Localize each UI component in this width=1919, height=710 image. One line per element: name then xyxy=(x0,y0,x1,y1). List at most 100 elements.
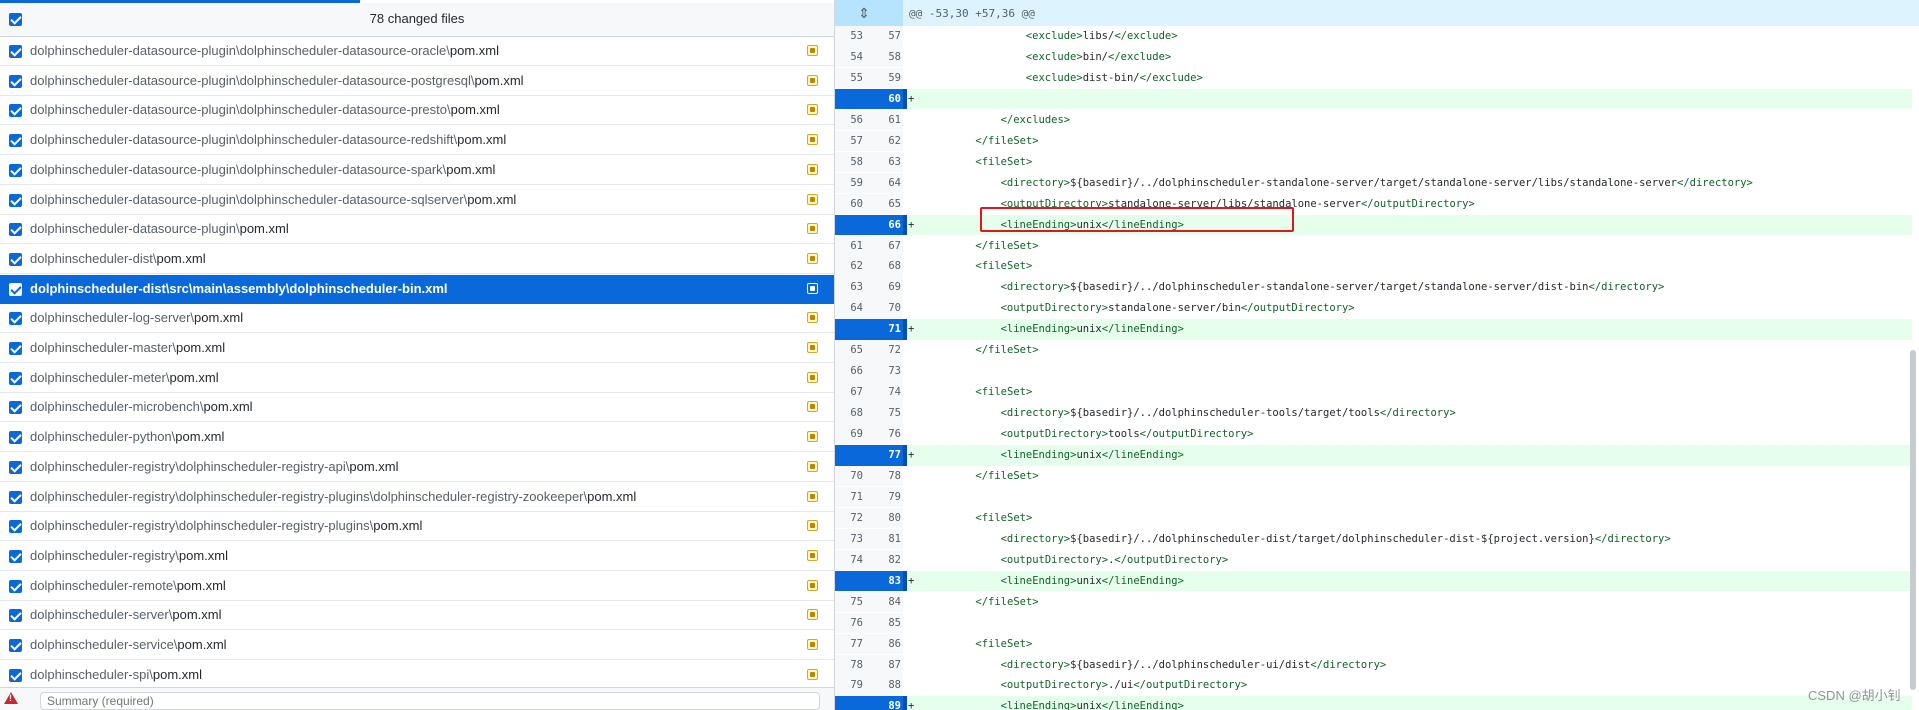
file-checkbox[interactable] xyxy=(9,252,22,266)
file-list-item[interactable]: dolphinscheduler-server\pom.xml xyxy=(0,601,834,631)
file-list-item[interactable]: dolphinscheduler-log-server\pom.xml xyxy=(0,304,834,334)
xml-tag: <fileSet> xyxy=(975,386,1033,399)
file-list-item[interactable]: dolphinscheduler-datasource-plugin\dolph… xyxy=(0,186,834,215)
file-list-item[interactable]: dolphinscheduler-python\pom.xml xyxy=(0,423,834,453)
diff-line-context[interactable]: 53 57 <exclude>libs/</exclude> xyxy=(835,26,1912,47)
file-checkbox[interactable] xyxy=(9,45,22,58)
file-checkbox[interactable] xyxy=(9,431,22,445)
diff-line-context[interactable]: 65 72 </fileSet> xyxy=(835,340,1912,361)
code-text: <exclude>bin/</exclude> xyxy=(1026,51,1171,63)
xml-text: libs/ xyxy=(1082,30,1115,42)
diff-line-added[interactable]: 83 + <lineEnding>unix</lineEnding> xyxy=(835,570,1912,592)
file-checkbox[interactable] xyxy=(9,460,22,474)
diff-line-context[interactable]: 54 58 <exclude>bin/</exclude> xyxy=(835,46,1912,68)
file-checkbox[interactable] xyxy=(9,579,22,593)
xml-tag: </outputDirectory> xyxy=(1360,197,1475,210)
old-line-number: 61 xyxy=(850,239,863,252)
diff-line-context[interactable]: 75 84 </fileSet> xyxy=(835,591,1912,613)
diff-line-added[interactable]: 60 + xyxy=(835,88,1912,110)
file-list-item[interactable]: dolphinscheduler-registry\dolphinschedul… xyxy=(0,453,834,482)
diff-line-context[interactable]: 55 59 <exclude>dist-bin/</exclude> xyxy=(835,67,1912,89)
file-list-item[interactable]: dolphinscheduler-remote\pom.xml xyxy=(0,572,834,601)
diff-line-context[interactable]: 56 61 </excludes> xyxy=(835,109,1912,131)
diff-line-context[interactable]: 63 69 <directory>${basedir}/../dolphinsche… xyxy=(835,277,1912,298)
xml-tag: </lineEnding> xyxy=(1101,449,1184,461)
diff-line-context[interactable]: 57 62 </fileSet> xyxy=(835,130,1912,152)
modified-icon xyxy=(807,609,818,621)
file-dir: dolphinscheduler-python\ xyxy=(30,429,176,445)
file-checkbox[interactable] xyxy=(9,223,22,237)
old-line-number: 68 xyxy=(850,407,863,420)
file-list-item[interactable]: dolphinscheduler-datasource-plugin\pom.x… xyxy=(0,215,834,245)
diff-line-context[interactable]: 79 88 <outputDirectory>./ui</outputDirecto… xyxy=(835,675,1912,696)
diff-line-context[interactable]: 58 63 <fileSet> xyxy=(835,151,1912,173)
file-checkbox[interactable] xyxy=(9,401,22,415)
file-list-item[interactable]: dolphinscheduler-datasource-plugin\dolph… xyxy=(0,126,834,156)
diff-line-context[interactable]: 71 79 xyxy=(835,486,1912,508)
diff-line-context[interactable]: 68 75 <directory>${basedir}/../dolphinsche… xyxy=(835,403,1912,424)
diff-line-added[interactable]: 77 + <lineEnding>unix</lineEnding> xyxy=(835,445,1912,466)
diff-line-context[interactable]: 62 68 <fileSet> xyxy=(835,256,1912,277)
diff-line-context[interactable]: 76 85 xyxy=(835,612,1912,634)
diff-line-context[interactable]: 61 67 </fileSet> xyxy=(835,235,1912,256)
file-checkbox[interactable] xyxy=(9,163,22,177)
xml-tag: </lineEnding> xyxy=(1101,323,1184,336)
file-name: pom.xml xyxy=(152,666,202,682)
file-list-item[interactable]: dolphinscheduler-datasource-plugin\dolph… xyxy=(0,37,834,66)
file-name: pom.xml xyxy=(203,399,253,415)
modified-icon xyxy=(807,163,818,175)
file-checkbox[interactable] xyxy=(9,74,22,88)
file-checkbox[interactable] xyxy=(9,520,22,534)
file-checkbox[interactable] xyxy=(9,193,22,207)
file-checkbox[interactable] xyxy=(9,282,22,296)
file-checkbox[interactable] xyxy=(9,490,22,504)
file-checkbox[interactable] xyxy=(9,668,22,682)
new-line-number: 60 xyxy=(888,92,901,105)
diff-line-context[interactable]: 77 86 <fileSet> xyxy=(835,633,1912,655)
file-checkbox[interactable] xyxy=(9,104,22,118)
changed-files-header: 78 changed files xyxy=(0,3,834,37)
xml-tag: </exclude> xyxy=(1114,30,1178,42)
diff-line-context[interactable]: 72 80 <fileSet> xyxy=(835,507,1912,529)
file-checkbox[interactable] xyxy=(9,312,22,326)
file-checkbox[interactable] xyxy=(9,134,22,148)
code-text: </fileSet> xyxy=(975,344,1038,356)
diff-line-context[interactable]: 74 82 <outputDirectory>.</outputDirectory> xyxy=(835,549,1912,571)
file-list-item[interactable]: dolphinscheduler-datasource-plugin\dolph… xyxy=(0,67,834,96)
file-list-item[interactable]: dolphinscheduler-dist\pom.xml xyxy=(0,245,834,274)
file-list-item[interactable]: dolphinscheduler-meter\pom.xml xyxy=(0,364,834,393)
file-checkbox[interactable] xyxy=(9,609,22,623)
diff-line-context[interactable]: 66 73 xyxy=(835,361,1912,382)
diff-line-context[interactable]: 78 87 <directory>${basedir}/../dolphinsche… xyxy=(835,654,1912,675)
file-checkbox[interactable] xyxy=(9,549,22,563)
diff-line-context[interactable]: 73 81 <directory>${basedir}/../dolphinsche… xyxy=(835,528,1912,550)
diff-scrollbar[interactable] xyxy=(1910,350,1916,690)
file-list-item[interactable]: dolphinscheduler-master\pom.xml xyxy=(0,334,834,363)
file-list-item[interactable]: dolphinscheduler-registry\dolphinschedul… xyxy=(0,483,834,512)
file-list-item[interactable]: dolphinscheduler-datasource-plugin\dolph… xyxy=(0,156,834,185)
diff-line-added[interactable]: 71 + <lineEnding>unix</lineEnding> xyxy=(835,319,1912,340)
added-sign: + xyxy=(908,323,915,336)
file-list-item[interactable]: dolphinscheduler-spi\pom.xml xyxy=(0,661,834,690)
diff-line-context[interactable]: 69 76 <outputDirectory>tools</outputDirect… xyxy=(835,424,1912,445)
file-list-item[interactable]: dolphinscheduler-dist\src\main\assembly\… xyxy=(0,274,834,304)
file-list-item[interactable]: dolphinscheduler-datasource-plugin\dolph… xyxy=(0,96,834,126)
file-dir: dolphinscheduler-dist\src\main\assembly\ xyxy=(30,280,290,296)
file-checkbox[interactable] xyxy=(9,639,22,652)
file-list-item[interactable]: dolphinscheduler-registry\dolphinschedul… xyxy=(0,512,834,542)
file-list-item[interactable]: dolphinscheduler-registry\pom.xml xyxy=(0,542,834,571)
file-list-item[interactable]: dolphinscheduler-service\pom.xml xyxy=(0,631,834,660)
file-list-item[interactable]: dolphinscheduler-microbench\pom.xml xyxy=(0,393,834,423)
diff-line-context[interactable]: 64 70 <outputDirectory>standalone-server/b… xyxy=(835,298,1912,319)
diff-line-context[interactable]: 59 64 <directory>${basedir}/../dolphinsche… xyxy=(835,172,1912,194)
diff-line-added[interactable]: 89 + <lineEnding>unix</lineEnding> xyxy=(835,696,1912,710)
commit-summary-input[interactable] xyxy=(40,692,820,710)
file-path: dolphinscheduler-datasource-plugin\dolph… xyxy=(30,102,500,117)
diff-line-context[interactable]: 67 74 <fileSet> xyxy=(835,382,1912,403)
code-text: <fileSet> xyxy=(975,386,1032,398)
expand-hunk-icon[interactable]: ⇕ xyxy=(855,4,873,22)
diff-line-context[interactable]: 70 78 </fileSet> xyxy=(835,465,1912,487)
old-line-number: 63 xyxy=(850,281,863,294)
file-checkbox[interactable] xyxy=(9,371,22,385)
file-checkbox[interactable] xyxy=(9,342,22,355)
